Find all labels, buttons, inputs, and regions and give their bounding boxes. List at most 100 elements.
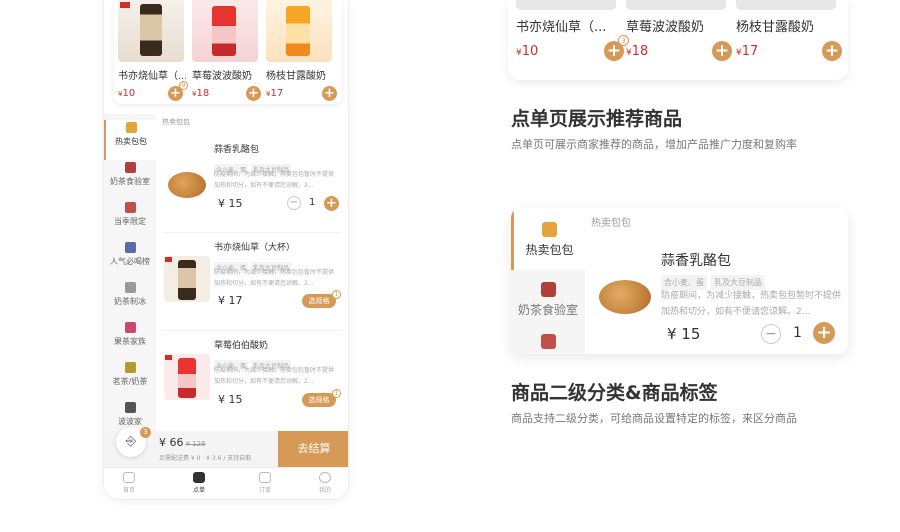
product-price: ¥ 15 bbox=[667, 325, 701, 343]
checkout-button[interactable]: 去结算 bbox=[278, 431, 348, 467]
product-image bbox=[266, 0, 332, 62]
bread-icon bbox=[125, 122, 137, 133]
product-item[interactable]: 蒜香乳酪包 含小麦、蛋 乳及大豆制品 防疫期间，为减少接触，热卖包包暂时不提供加热… bbox=[162, 140, 346, 240]
category-item-tea[interactable]: 茗茶/奶茶 bbox=[104, 360, 156, 400]
quantity: 1 bbox=[793, 325, 802, 341]
tab-bar: 首页 点单 订单 我的 bbox=[104, 467, 348, 499]
product-image bbox=[736, 0, 836, 10]
product-image bbox=[164, 162, 210, 208]
user-icon bbox=[319, 472, 331, 483]
product-tags: 含小麦、蛋 乳及大豆制品 bbox=[661, 270, 769, 290]
product-price: ¥ 15 bbox=[218, 197, 243, 210]
gift-icon bbox=[124, 202, 136, 213]
select-spec-button[interactable]: 选规格 bbox=[302, 393, 336, 407]
gift-icon bbox=[540, 334, 556, 349]
bread-icon bbox=[542, 222, 557, 237]
category-item-milk-tea-lab[interactable]: 奶茶食验室 bbox=[511, 282, 585, 318]
category-item-seasonal[interactable] bbox=[511, 334, 585, 349]
minus-button[interactable]: − bbox=[761, 324, 781, 344]
minus-button[interactable]: − bbox=[287, 196, 301, 210]
recommend-name: 草莓波波酸奶 bbox=[626, 20, 705, 35]
count-badge: 9 bbox=[179, 81, 188, 90]
cart-total: ¥ 66 ¥ 126 bbox=[159, 436, 206, 449]
category-item-fruit-tea[interactable]: 果茶家族 bbox=[104, 320, 156, 360]
product-desc: 防疫期间，为减少接触，热卖包包暂时不提供加热和切分，如有不便请您谅解。2... bbox=[661, 291, 842, 317]
add-button[interactable]: + bbox=[246, 86, 261, 101]
recommend-card: 书亦烧仙草（... ¥10 + 9 草莓波波酸奶 ¥18 + 杨枝甘露酸奶 ¥1… bbox=[114, 0, 342, 104]
count-badge: 1 bbox=[332, 389, 341, 398]
tab-order[interactable]: 点单 bbox=[174, 472, 224, 494]
phone-mockup: 书亦烧仙草（... ¥10 + 9 草莓波波酸奶 ¥18 + 杨枝甘露酸奶 ¥1… bbox=[103, 0, 349, 500]
add-button[interactable]: + bbox=[322, 86, 337, 101]
category-item-seasonal[interactable]: 当季限定 bbox=[104, 200, 156, 240]
product-item[interactable]: 草莓伯伯酸奶 含小麦、蛋 乳及大豆制品 防疫期间，为减少接触，热卖包包暂时不提供加… bbox=[162, 336, 346, 436]
product-name: 书亦烧仙草（大杯） bbox=[214, 243, 296, 253]
recommend-item[interactable]: 草莓波波酸奶 ¥18 + bbox=[192, 0, 261, 101]
product-image bbox=[626, 0, 726, 10]
feature-desc: 点单页可展示商家推荐的商品，增加产品推广力度和复购率 bbox=[511, 138, 797, 151]
product-image bbox=[597, 274, 653, 318]
tab-orders[interactable]: 订单 bbox=[240, 472, 290, 494]
tab-me[interactable]: 我的 bbox=[300, 472, 348, 494]
product-name: 草莓伯伯酸奶 bbox=[214, 341, 269, 351]
tea-icon bbox=[124, 362, 136, 373]
product-image bbox=[118, 0, 184, 62]
section-title: 热卖包包 bbox=[162, 118, 190, 126]
category-card-zoom: 热卖包包 奶茶食验室 热卖包包 蒜香乳酪包 含小麦、蛋 乳及大豆制品 防疫期间，为… bbox=[511, 208, 848, 354]
recommend-item[interactable]: 草莓波波酸奶 ¥18 + bbox=[626, 0, 732, 61]
feature-desc: 商品支持二级分类，可给商品设置特定的标签，来区分商品 bbox=[511, 412, 797, 425]
divider bbox=[162, 330, 342, 331]
boba-icon bbox=[124, 402, 136, 413]
feature-title: 点单页展示推荐商品 bbox=[511, 108, 683, 130]
product-image bbox=[192, 0, 258, 62]
quantity: 1 bbox=[309, 197, 316, 208]
category-item-popular[interactable]: 人气必喝榜 bbox=[104, 240, 156, 280]
select-spec-button[interactable]: 选规格 bbox=[302, 294, 336, 308]
product-item[interactable]: 书亦烧仙草（大杯） 含小麦、蛋 乳及大豆制品 防疫期间，为减少接触，热卖包包暂时不… bbox=[162, 238, 346, 338]
product-image bbox=[516, 0, 616, 10]
add-button[interactable]: + bbox=[813, 322, 835, 344]
recommend-name: 杨枝甘露酸奶 bbox=[736, 20, 815, 35]
fruit-icon bbox=[124, 322, 136, 333]
recommend-name: 书亦烧仙草（... bbox=[118, 71, 186, 82]
product-price: ¥ 17 bbox=[218, 294, 243, 307]
recommend-name: 书亦烧仙草（... bbox=[516, 20, 607, 35]
tab-home[interactable]: 首页 bbox=[104, 472, 154, 494]
cart-count-badge: 3 bbox=[140, 427, 151, 438]
recommend-item[interactable]: 书亦烧仙草（... ¥10 + 3 bbox=[516, 0, 629, 61]
recommend-item[interactable]: 杨枝甘露酸奶 ¥17 + bbox=[736, 0, 842, 61]
recommend-item[interactable]: 书亦烧仙草（... ¥10 + 9 bbox=[118, 0, 188, 101]
recommend-name: 杨枝甘露酸奶 bbox=[266, 71, 326, 82]
category-item-hot-bread[interactable]: 热卖包包 bbox=[511, 208, 585, 270]
drink-icon bbox=[193, 472, 205, 483]
product-image bbox=[164, 256, 210, 302]
divider bbox=[162, 232, 342, 233]
product-image bbox=[164, 354, 210, 400]
category-sidebar: 热卖包包 奶茶食验室 当季限定 人气必喝榜 奶茶制冰 果茶家族 茗茶/奶茶 波波… bbox=[104, 114, 156, 432]
recommend-name: 草莓波波酸奶 bbox=[192, 71, 252, 82]
original-price: ¥ 126 bbox=[185, 440, 206, 448]
ice-icon bbox=[124, 282, 136, 293]
add-button[interactable]: + bbox=[324, 196, 339, 211]
product-desc: 防疫期间，为减少接触，热卖包包暂时不提供加热和切分，如有不便请您谅解。2... bbox=[214, 367, 335, 385]
product-desc: 防疫期间，为减少接触，热卖包包暂时不提供加热和切分，如有不便请您谅解。2... bbox=[214, 171, 335, 189]
recommend-card-zoom: 书亦烧仙草（... ¥10 + 3 草莓波波酸奶 ¥18 + 杨枝甘露酸奶 ¥1… bbox=[508, 0, 848, 80]
category-item-ice[interactable]: 奶茶制冰 bbox=[104, 280, 156, 320]
cart-bar: ⎆ 3 ¥ 66 ¥ 126 另需配送费 ¥ 0 · ¥ 3.6 / 支持自取 去… bbox=[104, 427, 348, 467]
category-item-hot-bread[interactable]: 热卖包包 bbox=[104, 120, 156, 160]
product-desc: 防疫期间，为减少接触，热卖包包暂时不提供加热和切分，如有不便请您谅解。2... bbox=[214, 269, 335, 287]
delivery-note: 另需配送费 ¥ 0 · ¥ 3.6 / 支持自取 bbox=[159, 455, 252, 462]
count-badge: 1 bbox=[332, 290, 341, 299]
feature-title: 商品二级分类&商品标签 bbox=[511, 382, 718, 404]
category-sidebar: 热卖包包 奶茶食验室 bbox=[511, 208, 585, 354]
add-button[interactable]: + bbox=[712, 41, 732, 61]
cup-icon bbox=[124, 242, 136, 253]
recommend-item[interactable]: 杨枝甘露酸奶 ¥17 + bbox=[266, 0, 337, 101]
product-name: 蒜香乳酪包 bbox=[214, 145, 260, 155]
section-title: 热卖包包 bbox=[591, 218, 631, 229]
add-button[interactable]: + bbox=[822, 41, 842, 61]
category-item-milk-tea-lab[interactable]: 奶茶食验室 bbox=[104, 160, 156, 200]
product-name: 蒜香乳酪包 bbox=[661, 253, 731, 269]
flask-icon bbox=[540, 282, 556, 297]
home-icon bbox=[123, 472, 135, 483]
